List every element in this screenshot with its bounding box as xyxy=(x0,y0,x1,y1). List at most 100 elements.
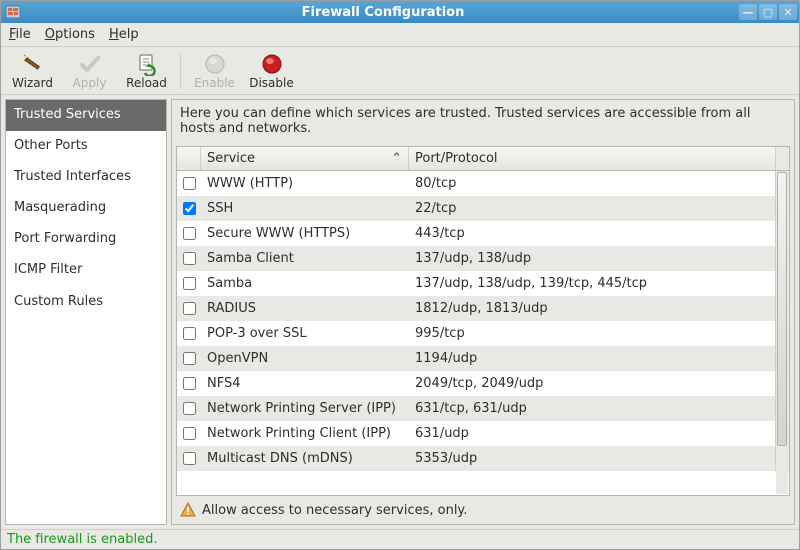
service-port-cell: 631/tcp, 631/udp xyxy=(409,396,775,421)
warning-icon xyxy=(180,502,196,518)
sidebar-item-trusted-interfaces[interactable]: Trusted Interfaces xyxy=(6,162,166,193)
service-checkbox[interactable] xyxy=(183,227,196,240)
service-checkbox-cell xyxy=(177,371,201,396)
table-row[interactable]: OpenVPN1194/udp xyxy=(177,346,789,371)
titlebar: Firewall Configuration — ▢ ✕ xyxy=(1,1,799,23)
column-port[interactable]: Port/Protocol xyxy=(409,147,775,170)
service-port-cell: 1194/udp xyxy=(409,346,775,371)
circle-grey-icon xyxy=(203,52,227,76)
service-checkbox[interactable] xyxy=(183,377,196,390)
disable-label: Disable xyxy=(249,77,294,89)
table-row[interactable]: POP-3 over SSL995/tcp xyxy=(177,321,789,346)
service-checkbox[interactable] xyxy=(183,302,196,315)
service-checkbox[interactable] xyxy=(183,277,196,290)
enable-button: Enable xyxy=(187,50,242,91)
service-checkbox-cell xyxy=(177,346,201,371)
service-port-cell: 443/tcp xyxy=(409,221,775,246)
menu-options[interactable]: Options xyxy=(45,27,95,42)
service-checkbox-cell xyxy=(177,396,201,421)
service-port-cell: 80/tcp xyxy=(409,171,775,196)
wand-icon xyxy=(21,52,45,76)
service-checkbox-cell xyxy=(177,446,201,471)
service-port-cell: 2049/tcp, 2049/udp xyxy=(409,371,775,396)
wizard-label: Wizard xyxy=(12,77,53,89)
table-row[interactable]: Samba137/udp, 138/udp, 139/tcp, 445/tcp xyxy=(177,271,789,296)
service-checkbox[interactable] xyxy=(183,177,196,190)
sidebar-item-custom-rules[interactable]: Custom Rules xyxy=(6,287,166,318)
menu-file[interactable]: File xyxy=(9,27,31,42)
service-name-cell: RADIUS xyxy=(201,296,409,321)
service-checkbox-cell xyxy=(177,321,201,346)
service-checkbox[interactable] xyxy=(183,252,196,265)
sidebar-item-icmp-filter[interactable]: ICMP Filter xyxy=(6,255,166,286)
table-row[interactable]: SSH22/tcp xyxy=(177,196,789,221)
table-row[interactable]: Network Printing Client (IPP)631/udp xyxy=(177,421,789,446)
service-checkbox-cell xyxy=(177,196,201,221)
close-button[interactable]: ✕ xyxy=(779,4,797,20)
minimize-button[interactable]: — xyxy=(739,4,757,20)
service-checkbox[interactable] xyxy=(183,352,196,365)
wizard-button[interactable]: Wizard xyxy=(5,50,60,91)
service-checkbox[interactable] xyxy=(183,452,196,465)
window-title: Firewall Configuration xyxy=(27,5,739,20)
reload-icon xyxy=(135,52,159,76)
check-icon xyxy=(78,52,102,76)
service-checkbox-cell xyxy=(177,271,201,296)
service-name-cell: NFS4 xyxy=(201,371,409,396)
service-name-cell: Samba Client xyxy=(201,246,409,271)
sidebar-item-other-ports[interactable]: Other Ports xyxy=(6,131,166,162)
maximize-button[interactable]: ▢ xyxy=(759,4,777,20)
table-row[interactable]: Network Printing Server (IPP)631/tcp, 63… xyxy=(177,396,789,421)
toolbar-separator xyxy=(180,53,181,89)
service-name-cell: Secure WWW (HTTPS) xyxy=(201,221,409,246)
panel-description: Here you can define which services are t… xyxy=(172,100,794,142)
statusbar: The firewall is enabled. xyxy=(1,529,799,549)
apply-button: Apply xyxy=(62,50,117,91)
window-controls: — ▢ ✕ xyxy=(739,4,797,20)
table-body: WWW (HTTP)80/tcpSSH22/tcpSecure WWW (HTT… xyxy=(177,171,789,495)
scrollbar[interactable] xyxy=(776,172,788,494)
enable-label: Enable xyxy=(194,77,235,89)
toolbar: Wizard Apply Reload Enable Disable xyxy=(1,47,799,95)
table-row[interactable]: Multicast DNS (mDNS)5353/udp xyxy=(177,446,789,471)
disable-button[interactable]: Disable xyxy=(244,50,299,91)
service-port-cell: 22/tcp xyxy=(409,196,775,221)
sidebar-item-trusted-services[interactable]: Trusted Services xyxy=(6,100,166,131)
service-port-cell: 631/udp xyxy=(409,421,775,446)
menubar: File Options Help xyxy=(1,23,799,47)
service-name-cell: SSH xyxy=(201,196,409,221)
main-body: Trusted ServicesOther PortsTrusted Inter… xyxy=(1,95,799,529)
menu-help[interactable]: Help xyxy=(109,27,139,42)
table-row[interactable]: WWW (HTTP)80/tcp xyxy=(177,171,789,196)
service-checkbox-cell xyxy=(177,221,201,246)
app-icon xyxy=(5,4,21,20)
main-panel: Here you can define which services are t… xyxy=(171,99,795,525)
service-checkbox[interactable] xyxy=(183,202,196,215)
reload-label: Reload xyxy=(126,77,167,89)
sidebar-item-port-forwarding[interactable]: Port Forwarding xyxy=(6,224,166,255)
apply-label: Apply xyxy=(73,77,107,89)
service-checkbox[interactable] xyxy=(183,327,196,340)
service-checkbox[interactable] xyxy=(183,402,196,415)
service-port-cell: 137/udp, 138/udp, 139/tcp, 445/tcp xyxy=(409,271,775,296)
service-checkbox-cell xyxy=(177,246,201,271)
service-checkbox-cell xyxy=(177,421,201,446)
service-name-cell: POP-3 over SSL xyxy=(201,321,409,346)
table-row[interactable]: Secure WWW (HTTPS)443/tcp xyxy=(177,221,789,246)
service-port-cell: 137/udp, 138/udp xyxy=(409,246,775,271)
reload-button[interactable]: Reload xyxy=(119,50,174,91)
service-checkbox[interactable] xyxy=(183,427,196,440)
scroll-track[interactable] xyxy=(776,172,788,494)
table-row[interactable]: NFS42049/tcp, 2049/udp xyxy=(177,371,789,396)
table-row[interactable]: Samba Client137/udp, 138/udp xyxy=(177,246,789,271)
column-service[interactable]: Service xyxy=(201,147,409,170)
table-row[interactable]: RADIUS1812/udp, 1813/udp xyxy=(177,296,789,321)
service-port-cell: 5353/udp xyxy=(409,446,775,471)
column-check[interactable] xyxy=(177,147,201,170)
circle-red-icon xyxy=(260,52,284,76)
sidebar-item-masquerading[interactable]: Masquerading xyxy=(6,193,166,224)
hint-row: Allow access to necessary services, only… xyxy=(172,496,794,524)
scroll-thumb[interactable] xyxy=(777,172,787,446)
sidebar: Trusted ServicesOther PortsTrusted Inter… xyxy=(5,99,167,525)
services-table: Service Port/Protocol WWW (HTTP)80/tcpSS… xyxy=(176,146,790,496)
